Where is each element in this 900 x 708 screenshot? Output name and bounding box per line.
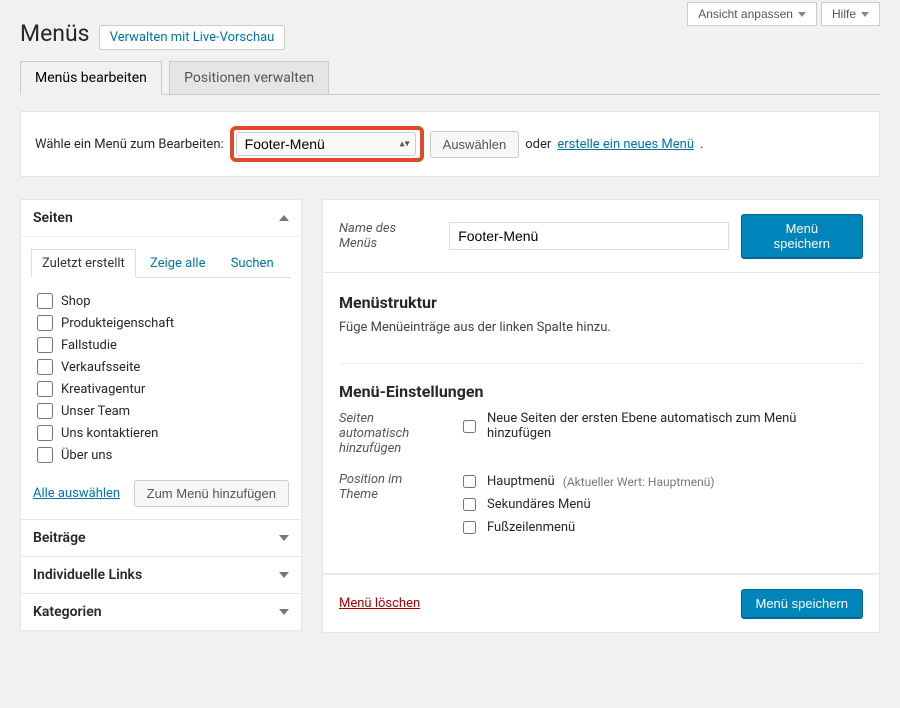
period: .: [700, 137, 703, 152]
menu-structure-heading: Menüstruktur: [339, 293, 863, 312]
page-item-checkbox[interactable]: [37, 425, 53, 441]
nav-tab-wrapper: Menüs bearbeiten Positionen verwalten: [20, 61, 880, 95]
page-item-label: Unser Team: [61, 404, 130, 419]
position-label: Position im Theme: [339, 470, 429, 502]
metabox-links-toggle[interactable]: Individuelle Links: [21, 557, 301, 593]
screen-options-label: Ansicht anpassen: [698, 7, 793, 21]
page-item-checkbox[interactable]: [37, 337, 53, 353]
page-item-label: Über uns: [61, 448, 112, 463]
delete-menu-link[interactable]: Menü löschen: [339, 596, 420, 611]
save-menu-button-top[interactable]: Menü speichern: [741, 214, 863, 258]
auto-add-checkbox[interactable]: [463, 420, 476, 433]
page-item[interactable]: Uns kontaktieren: [33, 422, 289, 444]
position-footer[interactable]: Fußzeilenmenü: [459, 516, 863, 539]
page-item-label: Shop: [61, 294, 91, 309]
page-item[interactable]: Verkaufsseite: [33, 356, 289, 378]
page-item-checkbox[interactable]: [37, 315, 53, 331]
menu-select-bar: Wähle ein Menü zum Bearbeiten: Footer-Me…: [20, 111, 880, 177]
metabox-pages-title: Seiten: [33, 210, 73, 226]
or-text: oder: [525, 137, 551, 152]
metabox-pages: Seiten Zuletzt erstellt Zeige alle Suche…: [20, 199, 302, 520]
auto-add-label: Seiten automatisch hinzufügen: [339, 409, 429, 456]
metabox-posts: Beiträge: [20, 519, 302, 557]
divider: [339, 363, 863, 364]
live-preview-button[interactable]: Verwalten mit Live-Vorschau: [99, 25, 286, 50]
page-item-label: Fallstudie: [61, 338, 117, 353]
page-item[interactable]: Unser Team: [33, 400, 289, 422]
create-new-menu-link[interactable]: erstelle ein neues Menü: [557, 137, 694, 152]
pages-inner-tabs: Zuletzt erstellt Zeige alle Suchen: [31, 249, 291, 278]
chevron-up-icon: [279, 215, 289, 221]
metabox-pages-toggle[interactable]: Seiten: [21, 200, 301, 237]
page-item-checkbox[interactable]: [37, 403, 53, 419]
menu-body: Menüstruktur Füge Menüeinträge aus der l…: [322, 273, 880, 574]
position-footer-checkbox[interactable]: [463, 521, 476, 534]
page-item-label: Kreativagentur: [61, 382, 145, 397]
chevron-down-icon: [861, 12, 869, 17]
menu-select[interactable]: Footer-Menü: [236, 132, 416, 156]
pages-list: Shop Produkteigenschaft Fallstudie Verkaufs…: [31, 286, 291, 470]
page-item[interactable]: Shop: [33, 290, 289, 312]
metabox-categories-title: Kategorien: [33, 604, 102, 620]
save-menu-button-bottom[interactable]: Menü speichern: [741, 589, 864, 618]
position-secondary-checkbox[interactable]: [463, 498, 476, 511]
page-item-checkbox[interactable]: [37, 447, 53, 463]
menu-name-row: Name des Menüs Menü speichern: [322, 199, 880, 273]
page-item-checkbox[interactable]: [37, 381, 53, 397]
select-menu-button[interactable]: Auswählen: [430, 131, 520, 158]
metabox-categories: Kategorien: [20, 593, 302, 631]
select-all-link[interactable]: Alle auswählen: [33, 486, 120, 501]
position-secondary[interactable]: Sekundäres Menü: [459, 493, 863, 516]
menu-name-input[interactable]: [449, 222, 728, 250]
help-button[interactable]: Hilfe: [821, 2, 880, 26]
auto-add-option[interactable]: Neue Seiten der ersten Ebene automatisch…: [459, 409, 863, 443]
page-item[interactable]: Kreativagentur: [33, 378, 289, 400]
menu-select-label: Wähle ein Menü zum Bearbeiten:: [35, 137, 224, 152]
position-footer-text: Fußzeilenmenü: [487, 520, 575, 535]
metabox-links: Individuelle Links: [20, 556, 302, 594]
page-item-checkbox[interactable]: [37, 359, 53, 375]
page-item-label: Verkaufsseite: [61, 360, 140, 375]
page-title: Menüs: [20, 20, 90, 47]
tab-manage-locations[interactable]: Positionen verwalten: [169, 61, 329, 95]
position-main-text: Hauptmenü: [487, 474, 555, 489]
tab-edit-menus[interactable]: Menüs bearbeiten: [20, 61, 162, 95]
menu-structure-desc: Füge Menüeinträge aus der linken Spalte …: [339, 320, 863, 335]
metabox-posts-toggle[interactable]: Beiträge: [21, 520, 301, 556]
page-item-label: Produkteigenschaft: [61, 316, 174, 331]
chevron-down-icon: [279, 609, 289, 615]
chevron-down-icon: [279, 572, 289, 578]
menu-select-highlight: Footer-Menü ▴▾: [230, 126, 424, 162]
position-secondary-text: Sekundäres Menü: [487, 497, 591, 512]
add-to-menu-button[interactable]: Zum Menü hinzufügen: [134, 480, 289, 507]
page-item[interactable]: Produkteigenschaft: [33, 312, 289, 334]
metabox-posts-title: Beiträge: [33, 530, 86, 546]
menu-name-label: Name des Menüs: [339, 221, 437, 251]
metabox-links-title: Individuelle Links: [33, 567, 142, 583]
inner-tab-search[interactable]: Suchen: [220, 249, 285, 278]
screen-options-button[interactable]: Ansicht anpassen: [687, 2, 817, 26]
help-label: Hilfe: [832, 7, 856, 21]
page-item-label: Uns kontaktieren: [61, 426, 158, 441]
position-main-hint: (Aktueller Wert: Hauptmenü): [563, 475, 715, 489]
position-main-checkbox[interactable]: [463, 475, 476, 488]
inner-tab-recent[interactable]: Zuletzt erstellt: [31, 249, 136, 278]
position-main[interactable]: Hauptmenü (Aktueller Wert: Hauptmenü): [459, 470, 863, 493]
inner-tab-all[interactable]: Zeige alle: [139, 249, 216, 278]
page-item[interactable]: Über uns: [33, 444, 289, 466]
auto-add-text: Neue Seiten der ersten Ebene automatisch…: [487, 411, 863, 441]
chevron-down-icon: [279, 535, 289, 541]
chevron-down-icon: [798, 12, 806, 17]
menu-footer: Menü löschen Menü speichern: [322, 574, 880, 633]
metabox-categories-toggle[interactable]: Kategorien: [21, 594, 301, 630]
page-item[interactable]: Fallstudie: [33, 334, 289, 356]
page-item-checkbox[interactable]: [37, 293, 53, 309]
menu-settings-heading: Menü-Einstellungen: [339, 382, 863, 401]
